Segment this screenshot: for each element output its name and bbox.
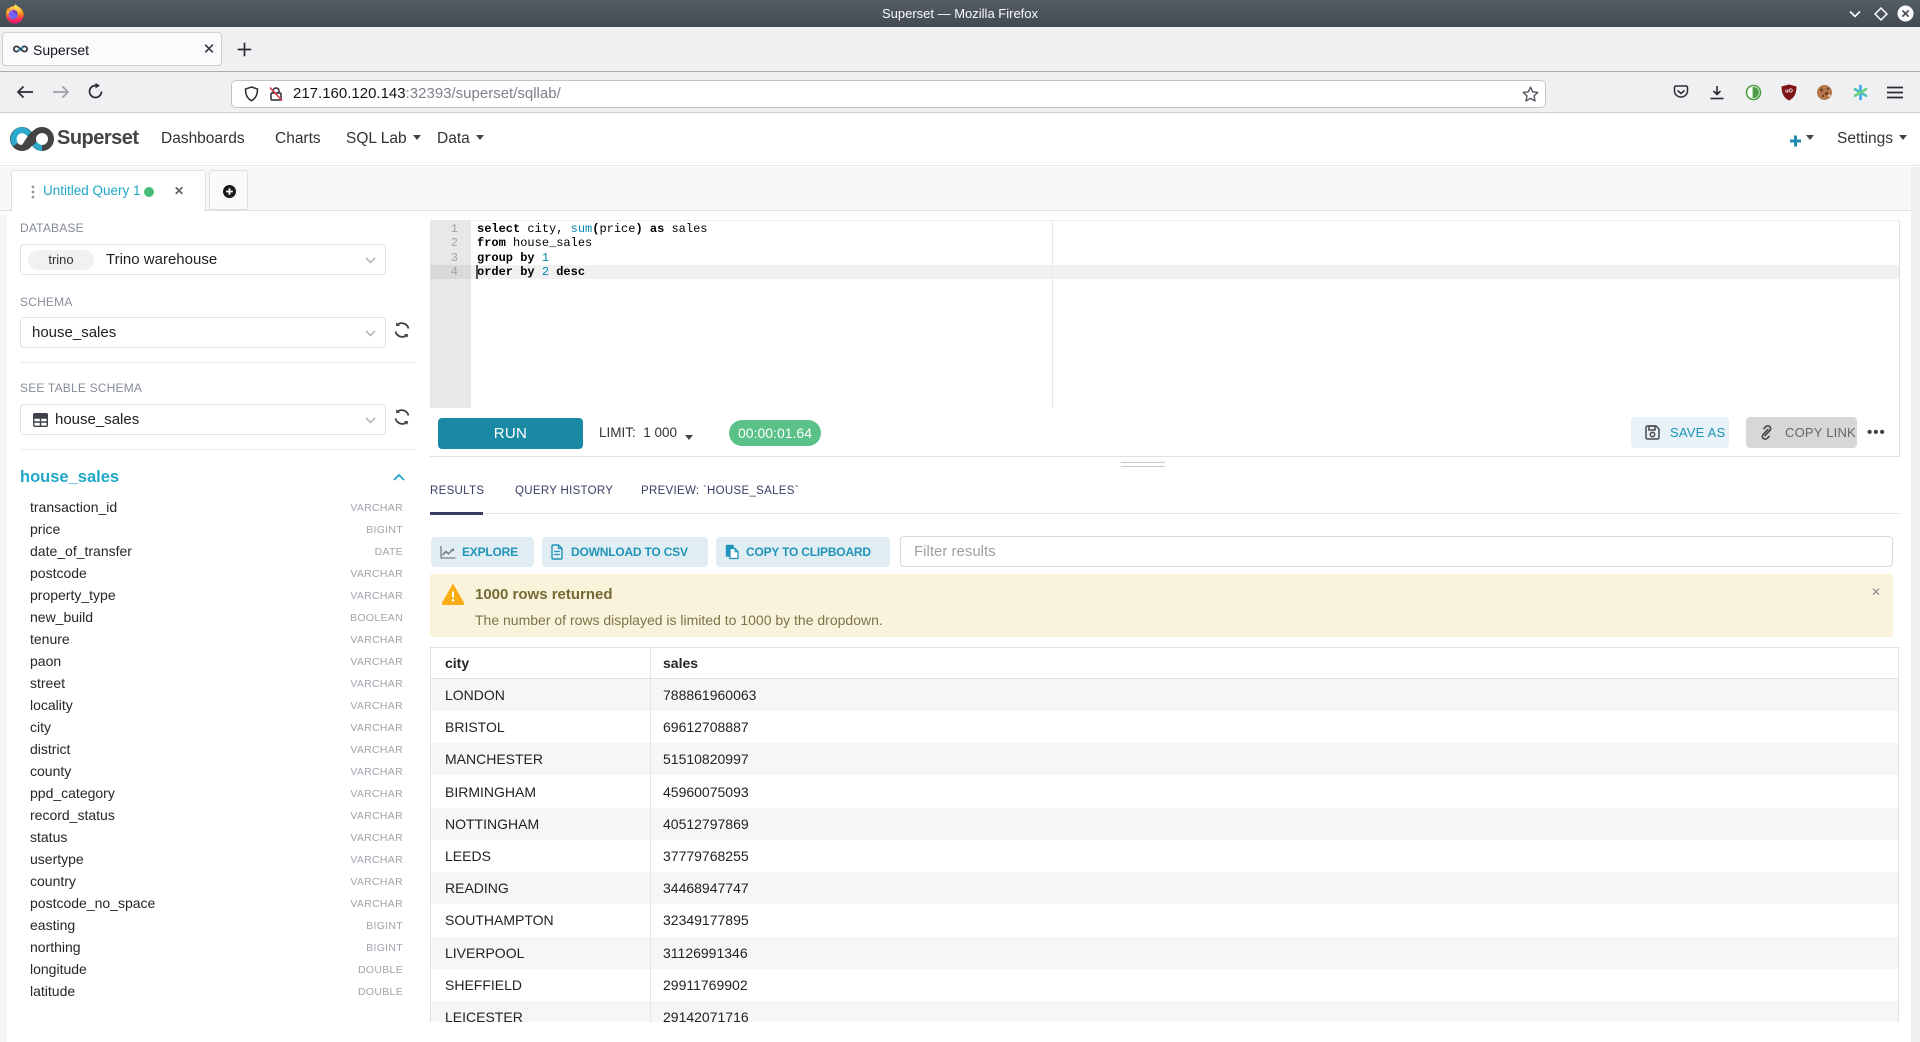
svg-text:uO: uO bbox=[1785, 89, 1793, 95]
